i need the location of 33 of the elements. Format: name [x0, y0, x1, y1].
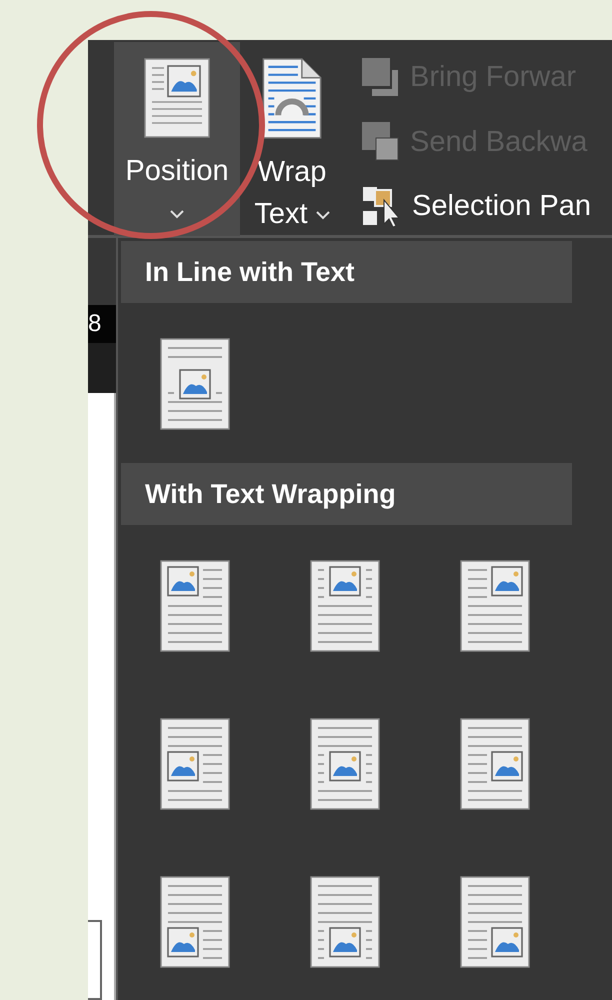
page-layout-icon — [160, 559, 230, 653]
ruler: 8 — [88, 305, 116, 343]
wrap-text-button[interactable]: Wrap Text — [240, 42, 344, 236]
page-layout-icon — [460, 559, 530, 653]
page-layout-icon — [160, 717, 230, 811]
layers-icon — [362, 58, 400, 98]
layout-option[interactable] — [310, 717, 380, 811]
caret-icon — [170, 210, 184, 219]
layout-option[interactable] — [160, 559, 230, 653]
page-layout-icon — [460, 875, 530, 969]
wrapped-document-icon — [262, 58, 322, 139]
document-image-icon — [144, 58, 210, 138]
caret-icon — [316, 210, 330, 220]
page-layout-icon — [460, 717, 530, 811]
layers-icon — [362, 122, 400, 162]
section-header: In Line with Text — [121, 241, 572, 303]
layout-option[interactable] — [460, 717, 530, 811]
page-layout-icon — [160, 875, 230, 969]
page-layout-icon — [160, 337, 230, 431]
layout-option[interactable] — [160, 875, 230, 969]
selection-pane-button[interactable]: Selection Pan — [358, 178, 595, 235]
page-layout-icon — [310, 559, 380, 653]
layout-option[interactable] — [160, 717, 230, 811]
position-button[interactable]: Position — [114, 42, 240, 236]
layout-option[interactable] — [460, 875, 530, 969]
page-layout-icon — [310, 875, 380, 969]
layout-option[interactable] — [460, 559, 530, 653]
toolbar-strip — [88, 343, 116, 393]
layout-option[interactable] — [310, 559, 380, 653]
layout-option[interactable] — [310, 875, 380, 969]
page-layout-icon — [310, 717, 380, 811]
layout-option[interactable] — [160, 337, 230, 431]
section-header: With Text Wrapping — [121, 463, 572, 525]
